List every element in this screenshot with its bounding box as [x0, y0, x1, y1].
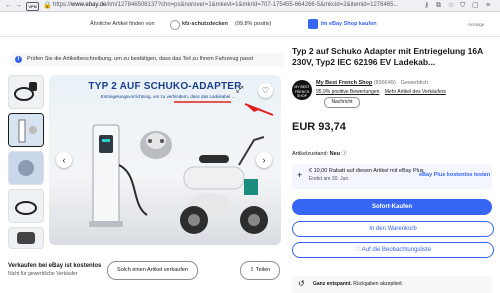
url-host: www.ebay.de [71, 2, 107, 8]
main-product-image[interactable]: TYP 2 AUF SCHUKO-ADAPTER Entriegelungsvo… [49, 75, 281, 245]
condition: Artikelzustand: Neu ⓘ [292, 151, 347, 158]
sell-heading: Verkaufen bei eBay ist kostenlos [8, 263, 102, 269]
sell-subtext: Nicht für gewerbliche Verkäufer [8, 271, 78, 277]
fitment-info-text: Prüfen Sie die Artikelbeschreibung, um z… [27, 56, 254, 62]
seller-links: 95,9% positive Bewertungen Mehr Artikel … [316, 89, 446, 96]
seller-info: My Best French Shop (836649) · Gewerblic… [316, 80, 428, 87]
product-title: Typ 2 auf Schuko Adapter mit Entriegelun… [292, 46, 483, 67]
menu-icon[interactable]: ≡ [486, 1, 490, 10]
watch-heart-button[interactable]: ♡ [258, 83, 273, 98]
sell-similar-button[interactable]: Solch einen Artikel verkaufen [107, 261, 198, 280]
seller-more-link[interactable]: Mehr Artikel des Verkäufers [385, 89, 446, 95]
product-illustration [89, 101, 274, 234]
lock-icon: 🔒 [43, 2, 52, 9]
extension-icon[interactable]: ▢ [472, 1, 479, 10]
shop-link[interactable]: Im eBay Shop kaufen [321, 21, 377, 28]
expand-icon[interactable]: ⤢ [236, 84, 243, 94]
promo-discount-text: € 10,00 Rabatt auf diesen Artikel mit eB… [309, 168, 424, 174]
ad-label: Anzeige [468, 22, 485, 27]
thumbnail-3[interactable] [8, 151, 44, 185]
star-icon[interactable]: ☆ [448, 1, 454, 10]
seller-name[interactable]: My Best French Shop [316, 80, 372, 86]
arrow-left-icon[interactable]: ← [5, 1, 12, 10]
shop-badge-icon [308, 19, 318, 29]
seller-rating-link[interactable]: 95,9% positive Bewertungen [316, 89, 379, 95]
thumbnail-5[interactable] [8, 227, 44, 249]
thumbnail-1[interactable] [8, 75, 44, 109]
arrow-right-icon[interactable]: → [15, 1, 22, 10]
address-bar[interactable]: https://www.ebay.de/itm/127846508137?chn… [53, 1, 403, 10]
add-to-watchlist-button[interactable]: ♡ Auf die Beobachtungsliste [292, 242, 494, 258]
promo-end-date: Endet am 30. Jun. [309, 176, 350, 182]
buy-now-button[interactable]: Sofort-Kaufen [292, 199, 492, 215]
seller-logo-text: MY BEST FRENCH SHOP [294, 85, 310, 98]
url-path: /itm/127846508137?chn=ps&norover=1&mkevt… [106, 2, 399, 8]
similar-items-bar: Ähnliche Artikel finden von kfz-schutzde… [0, 13, 500, 37]
adapter-image [9, 114, 43, 146]
similar-seller-rating: (99,8% positiv) [235, 21, 272, 27]
promo-trial-link[interactable]: eBay Plus kostenlos testen [419, 172, 490, 179]
share-button[interactable]: ⇪ Teilen [240, 261, 280, 280]
info-icon: i [15, 56, 22, 63]
plus-icon: + [297, 170, 303, 180]
browser-toolbar: ← → VPN 🔒 https://www.ebay.de/itm/127846… [0, 0, 500, 12]
seller-logo[interactable]: MY BEST FRENCH SHOP [292, 80, 312, 100]
fitment-info-banner: i Prüfen Sie die Artikelbeschreibung, um… [10, 53, 284, 66]
return-arrow-icon: ↺ [298, 279, 305, 288]
key-icon[interactable]: ⚷ [424, 1, 429, 10]
seller-count: (836649) [373, 80, 396, 86]
translate-icon[interactable]: ⧉ [436, 1, 441, 10]
returns-info: ↺ Ganz entspannt. Rückgaben akzeptiert. [292, 276, 492, 293]
condition-value: Neu [329, 151, 340, 157]
returns-detail: Rückgaben akzeptiert. [353, 281, 404, 287]
shop-logo-icon [170, 20, 180, 30]
previous-image-button[interactable]: ‹ [56, 152, 72, 168]
price: EUR 93,74 [292, 121, 346, 133]
url-prefix: https:// [53, 2, 72, 8]
similar-seller-name[interactable]: kfz-schutzdecken [182, 21, 228, 28]
seller-type: · Gewerblich [397, 80, 429, 86]
condition-info-icon[interactable]: ⓘ [342, 151, 348, 157]
similar-items-text: Ähnliche Artikel finden von [90, 21, 155, 27]
shield-icon[interactable]: ⛉ [460, 1, 465, 10]
ebay-plus-promo: + € 10,00 Rabatt auf diesen Artikel mit … [292, 164, 492, 189]
message-button[interactable]: Nachricht [324, 97, 360, 108]
add-to-cart-button[interactable]: In den Warenkorb [292, 221, 494, 237]
vpn-badge[interactable]: VPN [26, 2, 39, 11]
thumbnail-2[interactable] [8, 113, 44, 147]
next-image-button[interactable]: › [256, 152, 272, 168]
cable-coil-image [14, 82, 37, 101]
thumbnail-4[interactable] [8, 189, 44, 223]
plug-image [17, 232, 35, 244]
condition-label: Artikelzustand: [292, 151, 329, 157]
share-label: Teilen [255, 267, 271, 273]
adapter-detail-image [9, 152, 43, 184]
cable-image [15, 201, 37, 215]
returns-text: Ganz entspannt. Rückgaben akzeptiert. [313, 281, 403, 288]
returns-bold: Ganz entspannt. [313, 281, 352, 287]
